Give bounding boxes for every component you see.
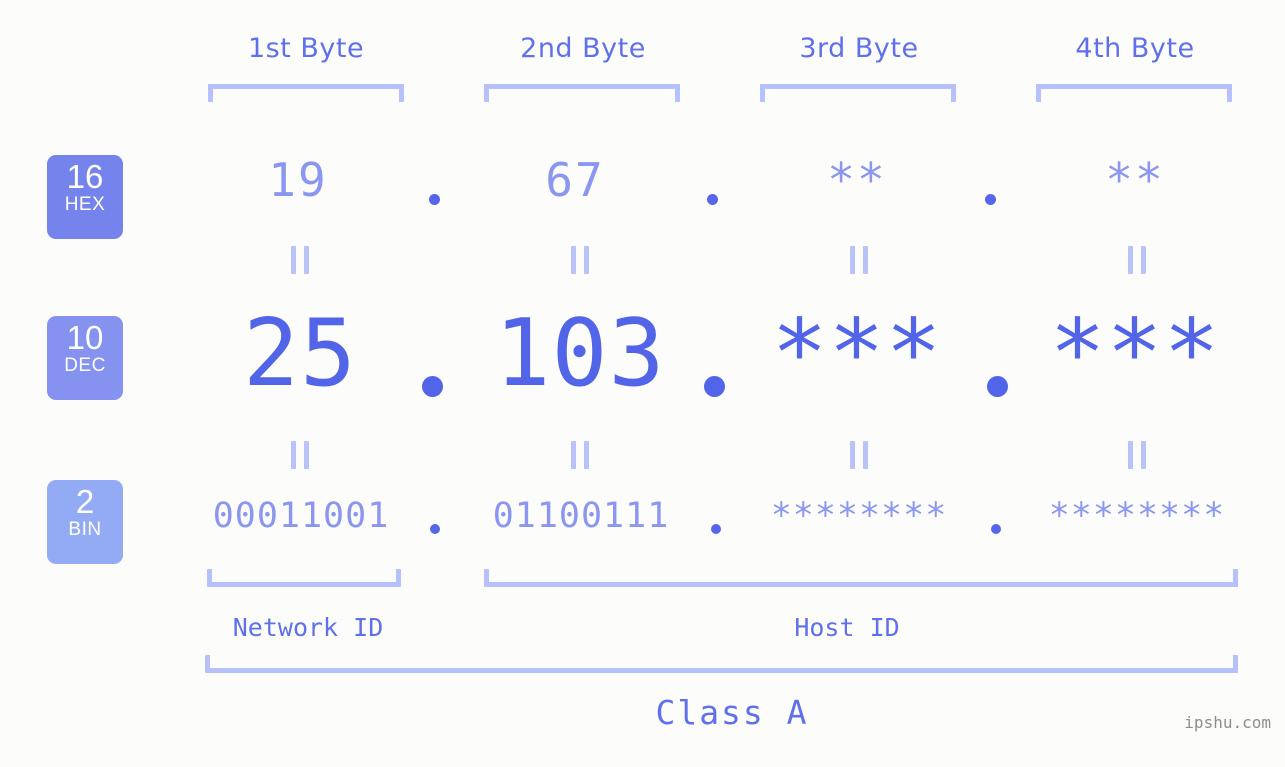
equality-mark-lower-3 [850, 441, 868, 469]
hex-byte-3: ** [827, 153, 887, 207]
bin-byte-3: ******** [770, 496, 948, 536]
bin-separator-dot-2 [711, 524, 721, 534]
hex-separator-dot-3 [985, 194, 996, 205]
dec-byte-2: 103 [494, 299, 666, 407]
host-id-bracket [484, 569, 1238, 587]
equality-mark-upper-1 [291, 246, 309, 274]
byte-header-label-4: 4th Byte [1075, 33, 1195, 64]
equality-mark-lower-2 [571, 441, 589, 469]
bin-byte-2: 01100111 [492, 496, 670, 536]
radix-badge-dec-number: 10 [66, 319, 104, 356]
equality-mark-lower-1 [291, 441, 309, 469]
radix-badge-bin: 2 BIN [47, 480, 123, 564]
dec-byte-3: *** [771, 299, 943, 407]
radix-badge-hex-number: 16 [66, 158, 104, 195]
network-id-bracket [207, 569, 401, 587]
radix-badge-bin-number: 2 [75, 483, 95, 520]
hex-byte-4: ** [1105, 153, 1165, 207]
dec-separator-dot-2 [704, 376, 725, 397]
radix-badge-bin-name: BIN [68, 519, 102, 540]
network-id-label: Network ID [232, 613, 384, 642]
site-watermark: ipshu.com [1184, 713, 1271, 732]
ip-class-bracket [205, 655, 1238, 673]
byte-header-label-3: 3rd Byte [799, 33, 919, 64]
byte-bracket-2 [484, 84, 680, 102]
radix-badge-dec-name: DEC [64, 355, 106, 376]
hex-byte-1: 19 [268, 153, 328, 207]
host-id-label: Host ID [794, 613, 900, 642]
ip-address-breakdown-diagram: 1st Byte 2nd Byte 3rd Byte 4th Byte 16 H… [0, 0, 1285, 767]
dec-separator-dot-1 [422, 376, 443, 397]
hex-separator-dot-2 [707, 194, 718, 205]
equality-mark-upper-3 [850, 246, 868, 274]
radix-badge-hex: 16 HEX [47, 155, 123, 239]
hex-byte-2: 67 [545, 153, 605, 207]
byte-header-label-2: 2nd Byte [520, 33, 646, 64]
byte-bracket-1 [208, 84, 404, 102]
dec-byte-4: *** [1049, 299, 1221, 407]
byte-bracket-3 [760, 84, 956, 102]
bin-byte-4: ******** [1048, 496, 1226, 536]
dec-separator-dot-3 [987, 376, 1008, 397]
byte-bracket-4 [1036, 84, 1232, 102]
dec-byte-1: 25 [243, 299, 357, 407]
equality-mark-upper-4 [1128, 246, 1146, 274]
equality-mark-lower-4 [1128, 441, 1146, 469]
ip-class-label: Class A [655, 693, 809, 732]
bin-separator-dot-1 [430, 524, 440, 534]
radix-badge-hex-name: HEX [64, 194, 106, 215]
bin-byte-1: 00011001 [212, 496, 390, 536]
hex-separator-dot-1 [429, 194, 440, 205]
bin-separator-dot-3 [991, 524, 1001, 534]
equality-mark-upper-2 [571, 246, 589, 274]
byte-header-label-1: 1st Byte [247, 33, 365, 64]
radix-badge-dec: 10 DEC [47, 316, 123, 400]
